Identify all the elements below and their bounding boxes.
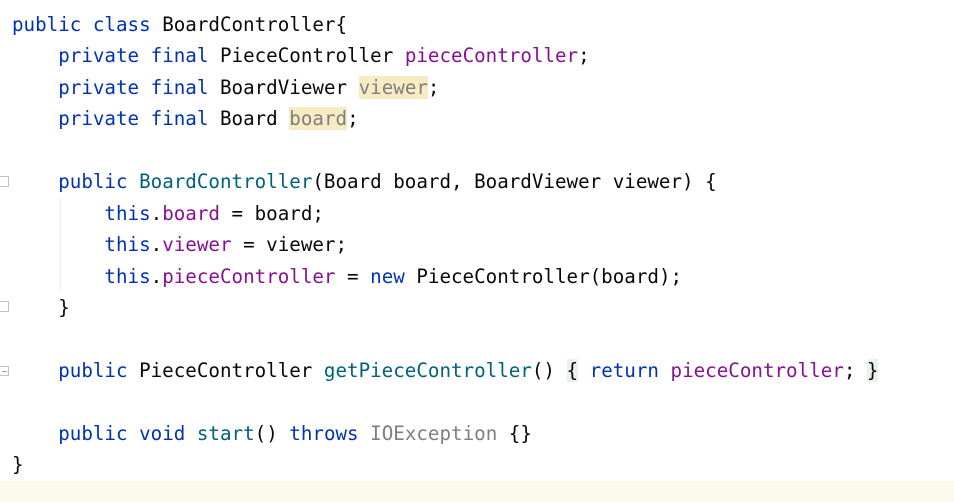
code-line[interactable]: this.board = board; <box>12 198 324 229</box>
code-line[interactable]: } <box>12 292 70 323</box>
code-token: public <box>58 422 128 445</box>
code-token: = board; <box>219 202 324 225</box>
code-token: Board <box>208 107 290 130</box>
code-line[interactable]: private final PieceController pieceContr… <box>12 40 590 71</box>
code-token: (Board board, BoardViewer viewer) { <box>312 170 717 193</box>
code-token: getPieceController <box>323 359 532 382</box>
code-token: BoardController <box>139 170 313 193</box>
code-line[interactable]: } <box>12 449 24 480</box>
code-token: } <box>12 453 24 476</box>
code-token: PieceController(board); <box>404 265 683 288</box>
code-token: { <box>566 359 579 382</box>
code-token: ; <box>843 359 867 382</box>
code-token: ; <box>427 76 440 99</box>
code-token: final <box>150 44 209 67</box>
code-token: void <box>139 422 186 445</box>
code-token: viewer <box>162 233 232 256</box>
code-token: {} <box>497 422 532 445</box>
code-token: public <box>12 13 82 36</box>
code-line[interactable]: public PieceController getPieceControlle… <box>12 355 879 386</box>
code-token: . <box>150 202 163 225</box>
editor-gutter <box>0 0 11 502</box>
code-token: PieceController <box>208 44 405 67</box>
code-token: pieceController <box>404 44 579 67</box>
code-token: . <box>150 233 163 256</box>
code-token: board <box>162 202 220 225</box>
code-token: final <box>150 76 209 99</box>
code-token: board <box>289 107 348 130</box>
code-token: new <box>370 265 405 288</box>
code-token: BoardViewer <box>208 76 359 99</box>
code-token: PieceController <box>127 359 324 382</box>
code-line[interactable]: public class BoardController{ <box>12 9 347 40</box>
code-token: () <box>254 422 290 445</box>
code-token: private <box>58 107 140 130</box>
code-line[interactable]: public BoardController(Board board, Boar… <box>12 166 717 197</box>
code-token: BoardController{ <box>150 13 348 36</box>
code-token: return <box>589 359 659 382</box>
code-token: pieceController <box>670 359 844 382</box>
code-token: this <box>104 233 151 256</box>
code-token: } <box>12 296 70 319</box>
current-line-highlight <box>0 481 954 502</box>
code-line[interactable]: this.viewer = viewer; <box>12 229 347 260</box>
code-token: class <box>92 13 151 36</box>
code-token: throws <box>289 422 359 445</box>
code-token: . <box>150 265 163 288</box>
code-editor[interactable]: public class BoardController{ private fi… <box>0 0 954 502</box>
code-line[interactable]: this.pieceController = new PieceControll… <box>12 261 682 292</box>
code-token: private <box>58 44 140 67</box>
code-line[interactable]: private final BoardViewer viewer; <box>12 72 439 103</box>
code-token: IOException <box>370 422 498 445</box>
fold-start-icon[interactable] <box>0 176 9 187</box>
code-token: () <box>531 359 555 382</box>
code-line[interactable]: public void start() throws IOException {… <box>12 418 532 449</box>
code-token: private <box>58 76 140 99</box>
code-token: this <box>104 202 151 225</box>
code-token: = viewer; <box>231 233 348 256</box>
code-token: pieceController <box>162 265 336 288</box>
fold-end-icon[interactable] <box>0 301 9 312</box>
fold-expand-icon[interactable] <box>0 366 9 376</box>
code-token: viewer <box>358 76 428 99</box>
code-token: } <box>866 359 879 382</box>
code-token: public <box>58 359 128 382</box>
code-line[interactable]: private final Board board; <box>12 103 359 134</box>
code-token: start <box>196 422 255 445</box>
code-token: ; <box>347 107 359 130</box>
code-token: = <box>335 265 371 288</box>
code-token: this <box>104 265 151 288</box>
code-token: public <box>58 170 128 193</box>
code-token: ; <box>578 44 590 67</box>
code-token: final <box>150 107 209 130</box>
